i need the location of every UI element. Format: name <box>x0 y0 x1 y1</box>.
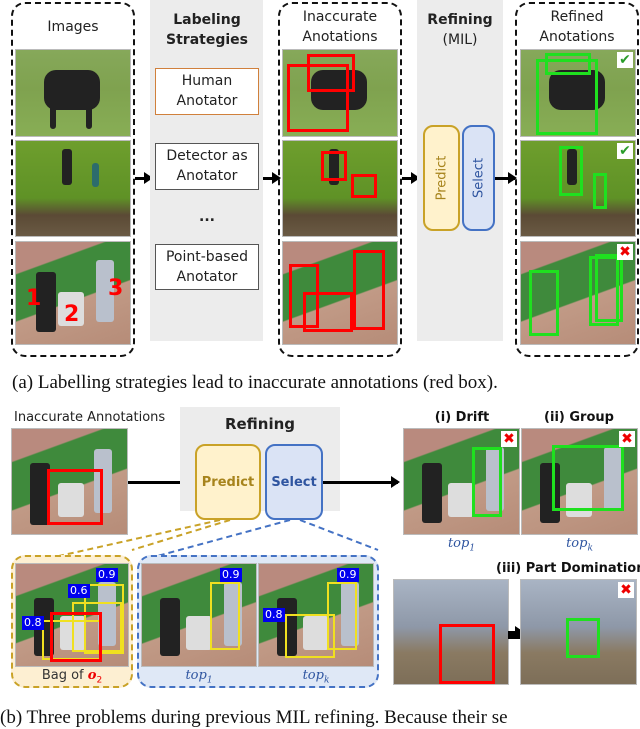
check-icon: ✔ <box>617 143 633 159</box>
topk-image: 0.9 0.8 <box>258 563 374 667</box>
refined-annotations-title: Refined Anotations <box>539 9 615 45</box>
topk-label: topk <box>302 668 330 686</box>
cross-icon: ✖ <box>619 431 635 447</box>
predict-module: Predict <box>423 125 460 231</box>
refining-title-b: Refining <box>224 415 296 433</box>
inaccurate-image-cow <box>282 49 398 137</box>
detector-anotator-box: Detector as Anotator <box>155 143 259 190</box>
part-domination-title: (iii) Part Domination <box>496 561 640 576</box>
drift-image: ✖ <box>403 428 520 535</box>
image-cow <box>15 49 131 137</box>
arrow-labeling-to-inaccurate <box>263 172 281 184</box>
refined-image-baseball: ✖ <box>520 241 636 345</box>
score-badge: 0.9 <box>220 568 242 582</box>
group-sub-label: topk <box>566 536 593 554</box>
inaccurate-annotations-title: Inaccurate Anotations <box>302 9 378 45</box>
part-domination-after-image: ✖ <box>520 579 637 685</box>
point-number-2: 2 <box>64 302 80 327</box>
point-number-1: 1 <box>26 286 42 311</box>
score-badge: 0.9 <box>96 568 118 582</box>
cross-icon: ✖ <box>501 431 517 447</box>
score-badge: 0.6 <box>68 584 90 598</box>
predict-module-b: Predict <box>195 444 261 520</box>
cross-icon: ✖ <box>617 244 633 260</box>
refining-subtitle: (MIL) <box>442 32 478 48</box>
arrow-inaccurate-to-refining <box>402 172 420 184</box>
labeling-strategies-title: Labeling Strategies <box>166 12 248 48</box>
image-baseball-game: 1 2 3 <box>15 241 131 345</box>
select-module-b: Select <box>265 444 323 520</box>
ellipsis: ... <box>199 209 215 225</box>
caption-a: (a) Labelling strategies lead to inaccur… <box>12 372 498 393</box>
human-anotator-box: Human Anotator <box>155 68 259 115</box>
images-title: Images <box>47 19 99 35</box>
check-icon: ✔ <box>617 52 633 68</box>
refined-image-field: ✔ <box>520 140 636 237</box>
caption-b: (b) Three problems during previous MIL r… <box>0 707 508 728</box>
inaccurate-image-baseball <box>282 241 398 345</box>
score-badge: 0.8 <box>263 608 285 622</box>
inaccurate-annotations-label: Inaccurate Annotations <box>14 410 166 425</box>
drift-sub-label: top1 <box>447 536 476 554</box>
group-title: (ii) Group <box>544 410 614 425</box>
drift-title: (i) Drift <box>434 410 490 425</box>
point-based-anotator-box: Point-based Anotator <box>155 244 259 290</box>
refining-title: Refining <box>427 12 493 28</box>
select-module: Select <box>462 125 495 231</box>
score-badge: 0.8 <box>22 616 44 630</box>
zoom-connector-lines <box>49 519 379 559</box>
bag-label: Bag of o2 <box>41 668 103 686</box>
score-badge: 0.9 <box>337 568 359 582</box>
refined-image-cow: ✔ <box>520 49 636 137</box>
image-baseball-field <box>15 140 131 237</box>
cross-icon: ✖ <box>618 582 634 598</box>
top1-image: 0.9 <box>141 563 257 667</box>
arrow-refining-to-refined <box>495 172 517 184</box>
arrow-refining-to-problems <box>323 476 400 488</box>
part-domination-before-image <box>393 579 509 685</box>
point-number-3: 3 <box>108 276 124 301</box>
top1-label: top1 <box>185 668 213 686</box>
inaccurate-image-field <box>282 140 398 237</box>
group-image: ✖ <box>521 428 638 535</box>
arrow-images-to-labeling <box>135 172 153 184</box>
bag-image: 0.9 0.6 0.8 <box>15 563 129 667</box>
